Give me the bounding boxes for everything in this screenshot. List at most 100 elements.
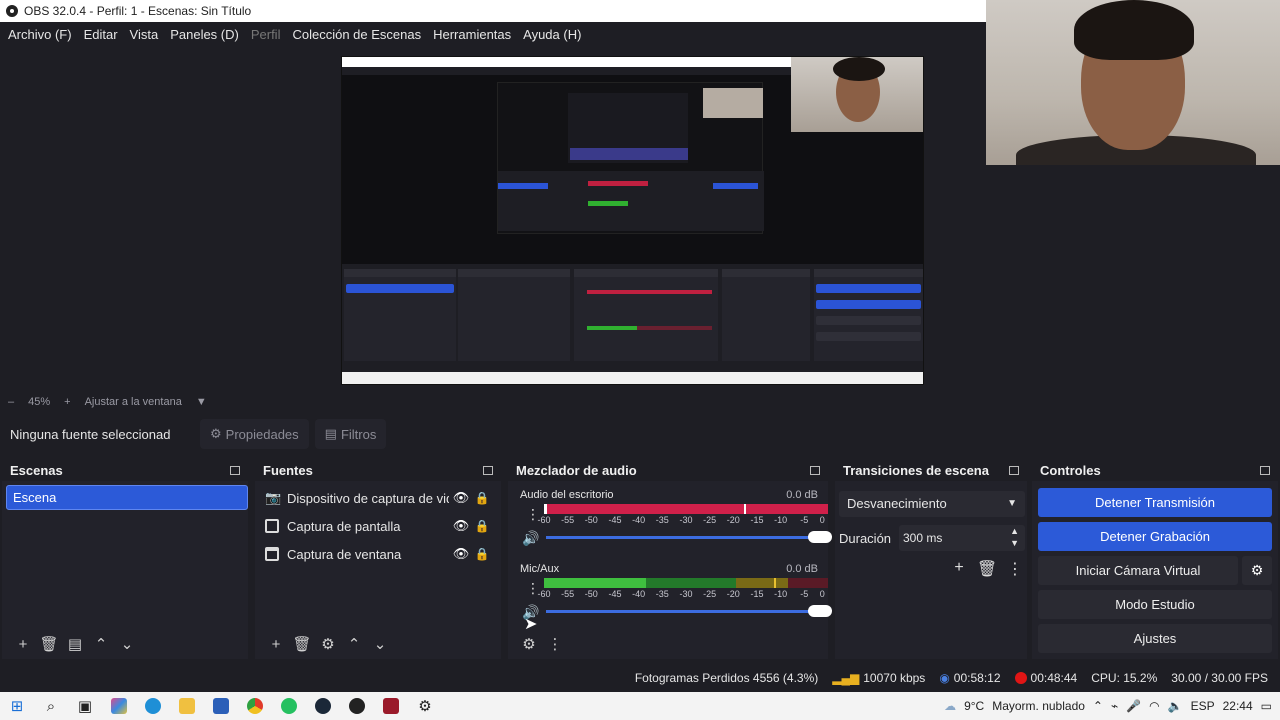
lock-icon[interactable]: 🔒 <box>473 491 491 505</box>
weather-temp[interactable]: 9°C <box>964 699 984 713</box>
duration-spinner[interactable]: ▲ ▼ <box>1010 525 1019 549</box>
advanced-audio-icon[interactable]: ⚙ <box>516 635 542 653</box>
menu-herramientas[interactable]: Herramientas <box>427 27 517 42</box>
whatsapp-icon[interactable] <box>272 692 306 720</box>
virtual-camera-button[interactable]: Iniciar Cámara Virtual <box>1038 556 1238 585</box>
settings-gear-icon[interactable]: ⚙ <box>408 692 442 720</box>
menu-archivo[interactable]: Archivo (F) <box>2 27 78 42</box>
menu-perfil[interactable]: Perfil <box>245 27 287 42</box>
cpu-usage: CPU: 15.2% <box>1091 671 1158 685</box>
obs-taskbar-icon[interactable] <box>340 692 374 720</box>
stop-stream-button[interactable]: Detener Transmisión <box>1038 488 1272 517</box>
zoom-dropdown-icon[interactable]: ▼ <box>196 396 207 408</box>
zoom-in-button[interactable]: + <box>64 396 70 408</box>
menu-vista[interactable]: Vista <box>124 27 165 42</box>
undock-icon[interactable] <box>230 465 240 475</box>
source-item[interactable]: Captura de pantalla 👁 🔒 <box>255 513 499 539</box>
mic-icon[interactable]: 🎤 <box>1126 699 1141 713</box>
trash-icon[interactable]: 🗑 <box>973 559 1001 579</box>
volume-slider-handle[interactable] <box>808 605 832 617</box>
properties-button[interactable]: ⚙ Propiedades <box>200 419 309 449</box>
trash-icon[interactable]: 🗑 <box>289 635 315 653</box>
preview-canvas[interactable] <box>341 56 924 385</box>
chrome-icon[interactable] <box>238 692 272 720</box>
undock-icon[interactable] <box>1009 465 1019 475</box>
zoom-out-button[interactable]: – <box>8 396 14 408</box>
volume-slider-handle[interactable] <box>808 531 832 543</box>
chevron-up-icon[interactable]: ⌃ <box>341 635 367 653</box>
clock[interactable]: 22:44 <box>1223 699 1253 713</box>
menu-ayuda[interactable]: Ayuda (H) <box>517 27 587 42</box>
volume-icon[interactable]: 🔈 <box>1168 699 1183 713</box>
webcam-overlay <box>986 0 1280 165</box>
menu-editar[interactable]: Editar <box>78 27 124 42</box>
filter-icon[interactable]: ▤ <box>62 635 88 653</box>
zoom-fit-select[interactable]: Ajustar a la ventana <box>85 396 182 408</box>
weather-icon[interactable]: ☁ <box>944 699 956 713</box>
capcut-icon[interactable] <box>374 692 408 720</box>
chevron-down-icon[interactable]: ⌄ <box>114 635 140 653</box>
weather-desc[interactable]: Mayorm. nublado <box>992 699 1085 713</box>
eye-icon[interactable]: 👁 <box>449 546 473 562</box>
bitrate-status: ▂▄▆ 10070 kbps <box>832 671 925 685</box>
transition-select[interactable]: Desvanecimiento ▼ <box>839 491 1025 517</box>
eye-icon[interactable]: 👁 <box>449 518 473 534</box>
scale-label: -50 <box>584 515 598 525</box>
wifi-icon[interactable]: ◠ <box>1149 699 1159 713</box>
steam-icon[interactable] <box>306 692 340 720</box>
meter-range-yellow <box>736 578 788 588</box>
lock-icon[interactable]: 🔒 <box>473 547 491 561</box>
task-view-icon[interactable]: ▣ <box>68 692 102 720</box>
transitions-body: Desvanecimiento ▼ Duración 300 ms ▲ ▼ + 🗑… <box>835 483 1027 629</box>
duration-input[interactable]: 300 ms ▲ ▼ <box>899 525 1025 551</box>
lock-icon[interactable]: 🔒 <box>473 519 491 533</box>
windows-start-icon[interactable]: ⊞ <box>0 692 34 720</box>
edge-icon[interactable] <box>136 692 170 720</box>
volume-slider[interactable] <box>546 536 818 539</box>
speaker-icon[interactable]: 🔊 <box>522 530 539 547</box>
trash-icon[interactable]: 🗑 <box>36 635 62 653</box>
chevron-up-icon[interactable]: ⌃ <box>1093 699 1103 713</box>
studio-mode-button[interactable]: Modo Estudio <box>1038 590 1272 619</box>
eye-icon[interactable]: 👁 <box>449 490 473 506</box>
dropped-frames: Fotogramas Perdidos 4556 (4.3%) <box>634 671 819 685</box>
scale-label: -25 <box>703 515 717 525</box>
preview-nested-taskbar <box>342 372 923 384</box>
virtual-camera-settings-icon[interactable]: ⚙ <box>1242 556 1272 585</box>
language-indicator[interactable]: ESP <box>1191 699 1215 713</box>
source-item[interactable]: Captura de ventana 👁 🔒 <box>255 541 499 567</box>
kebab-menu-icon[interactable]: ⋮ <box>542 635 568 653</box>
settings-button[interactable]: Ajustes <box>1038 624 1272 653</box>
volume-slider[interactable] <box>546 610 818 613</box>
chevron-down-icon[interactable]: ⌄ <box>367 635 393 653</box>
add-icon[interactable]: + <box>945 559 973 579</box>
gear-icon[interactable]: ⚙ <box>315 635 341 653</box>
menu-coleccion-escenas[interactable]: Colección de Escenas <box>286 27 427 42</box>
network-tray-icon[interactable]: ⌁ <box>1111 699 1118 713</box>
mixer-title: Mezclador de audio <box>516 462 637 478</box>
stream-time: 00:58:12 <box>953 671 1001 685</box>
scale-label: -30 <box>679 589 693 599</box>
word-icon[interactable] <box>204 692 238 720</box>
add-icon[interactable]: + <box>263 636 289 653</box>
scene-item[interactable]: Escena <box>6 485 248 510</box>
file-explorer-icon[interactable] <box>170 692 204 720</box>
notifications-icon[interactable]: ▭ <box>1261 699 1272 713</box>
add-icon[interactable]: + <box>10 636 36 653</box>
mouse-cursor: ➤ <box>524 616 538 633</box>
source-item[interactable]: 📷 Dispositivo de captura de video 👁 🔒 <box>255 485 499 511</box>
undock-icon[interactable] <box>810 465 820 475</box>
kebab-menu-icon[interactable]: ⋮ <box>1001 559 1029 579</box>
undock-icon[interactable] <box>1260 465 1270 475</box>
filters-button[interactable]: ▤ Filtros <box>314 419 387 449</box>
search-icon[interactable]: ⌕ <box>34 692 68 720</box>
bitrate-value: 10070 kbps <box>863 671 926 685</box>
undock-icon[interactable] <box>483 465 493 475</box>
chevron-up-icon[interactable]: ⌃ <box>88 635 114 653</box>
menu-paneles[interactable]: Paneles (D) <box>164 27 245 42</box>
source-name: Captura de ventana <box>287 546 402 562</box>
mixer-toolbar: ⚙ ⋮ <box>508 629 828 659</box>
zoom-value: 45% <box>28 396 51 408</box>
copilot-icon[interactable] <box>102 692 136 720</box>
stop-record-button[interactable]: Detener Grabación <box>1038 522 1272 551</box>
